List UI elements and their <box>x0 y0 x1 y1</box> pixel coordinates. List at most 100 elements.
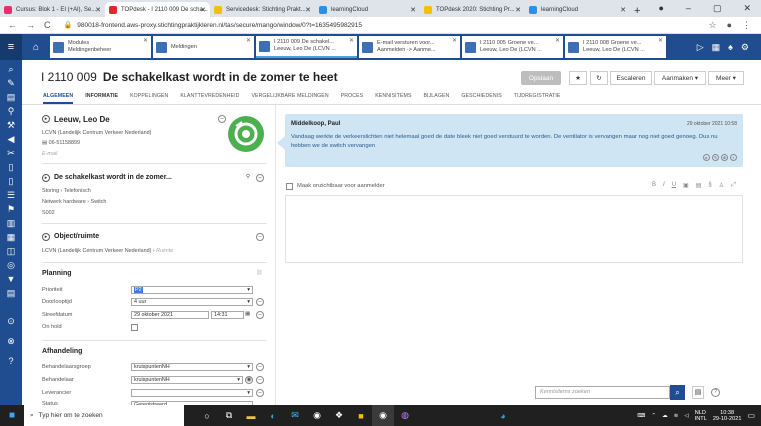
request-title[interactable]: De schakelkast wordt in de zomer... <box>54 174 172 181</box>
user-plus-icon[interactable]: ⚲ <box>5 106 18 117</box>
operator-options-icon[interactable]: – <box>256 376 264 384</box>
room-field[interactable]: Ruimte <box>156 248 173 254</box>
deadline-options-icon[interactable]: – <box>256 311 264 319</box>
report-icon[interactable]: ☰ <box>5 190 18 201</box>
object-options-icon[interactable]: – <box>256 233 264 241</box>
operator-select[interactable]: kruispuntenNH ▾ <box>131 376 243 384</box>
url-text[interactable]: 980018-frontend.aws-proxy.stichtingprakt… <box>77 22 362 29</box>
bold-icon[interactable]: B <box>652 182 656 189</box>
operator-user-icon[interactable]: ◉ <box>245 376 253 384</box>
app-purple-icon[interactable]: ◍ <box>394 405 416 426</box>
app-yellow-icon[interactable]: ■ <box>350 405 372 426</box>
deadline-time-field[interactable]: 14:31 <box>211 311 244 319</box>
underline-icon[interactable]: U <box>672 182 676 189</box>
browser-tab[interactable]: TOPdesk 2020: Stichting Pr... ✕ <box>420 2 525 17</box>
refresh-button[interactable]: ↻ <box>590 71 608 85</box>
close-app-tab-icon[interactable]: ✕ <box>555 38 560 45</box>
tab-algemeen[interactable]: ALGEMEEN <box>43 93 74 104</box>
hamburger-menu-icon[interactable]: ≡ <box>0 34 22 60</box>
chart-icon[interactable]: ▥ <box>5 218 18 229</box>
close-app-tab-icon[interactable]: ✕ <box>452 38 457 45</box>
italic-icon[interactable]: I <box>663 182 665 189</box>
fullscreen-icon[interactable]: ⤢ <box>731 182 736 189</box>
kennisitems-search-icon[interactable]: ⌕ <box>670 385 685 400</box>
close-app-tab-icon[interactable]: ✕ <box>658 38 663 45</box>
image-icon[interactable]: ▣ <box>683 182 689 189</box>
chrome-icon[interactable]: ◉ <box>372 405 394 426</box>
app-tab[interactable]: I 2110 005 Groene ve... Leeuw, Leo De (LC… <box>462 36 563 58</box>
dropbox-icon[interactable]: ❖ <box>328 405 350 426</box>
keyboard-icon[interactable]: ⌨ <box>637 413 645 419</box>
minimize-icon[interactable]: – <box>686 3 691 14</box>
favorite-star-icon[interactable]: ★ <box>569 71 587 85</box>
cloud-icon[interactable]: ☁ <box>662 413 668 419</box>
taskbar-search[interactable]: ⌕ Typ hier om te zoeken <box>24 405 184 426</box>
caller-options-icon[interactable]: – <box>218 115 226 123</box>
phone-icon[interactable]: ▯ <box>5 176 18 187</box>
browser-tab[interactable]: learningCloud ✕ <box>315 2 420 17</box>
reload-icon[interactable]: C <box>44 20 51 30</box>
group-select[interactable]: kruispuntenNH ▾ <box>131 363 253 371</box>
close-app-tab-icon[interactable]: ✕ <box>349 38 354 45</box>
bookmark-star-icon[interactable]: ☆ <box>708 20 716 31</box>
home-icon[interactable]: ⌂ <box>22 34 50 60</box>
tab-tijdregistratie[interactable]: TIJDREGISTRATIE <box>514 93 561 104</box>
cortana-icon[interactable]: ○ <box>196 405 218 426</box>
supplier-select[interactable]: ▾ <box>131 389 253 397</box>
list-icon[interactable]: ▤ <box>5 288 18 299</box>
profile-icon[interactable]: ● <box>658 3 663 14</box>
notifications-icon[interactable]: ▭ <box>747 411 755 420</box>
calendar-side-icon[interactable]: ▦ <box>5 232 18 243</box>
close-tab-icon[interactable]: ✕ <box>200 6 206 14</box>
group-options-icon[interactable]: – <box>256 363 264 371</box>
pen-icon[interactable]: ✎ <box>5 78 18 89</box>
app-tab[interactable]: Modules Meldingenbeheer ✕ <box>50 36 151 58</box>
obs-icon[interactable]: ◉ <box>306 405 328 426</box>
mail-icon[interactable]: ✉ <box>284 405 306 426</box>
file-explorer-icon[interactable]: ▬ <box>240 405 262 426</box>
tab-klanttevredenheid[interactable]: KLANTTEVREDENHEID <box>180 93 239 104</box>
supplier-options-icon[interactable]: – <box>256 389 264 397</box>
create-dropdown[interactable]: Aanmaken ▾ <box>654 71 706 85</box>
tab-koppelingen[interactable]: KOPPELINGEN <box>130 93 168 104</box>
onhold-checkbox[interactable] <box>131 324 138 331</box>
link-icon[interactable]: ⛓ <box>256 270 263 276</box>
kennisitems-search-input[interactable]: Kennisitems zoeken <box>535 386 670 399</box>
account-icon[interactable]: ● <box>727 20 732 31</box>
message-reply-icon[interactable]: ▸ <box>703 154 710 161</box>
expand-caller-icon[interactable]: ▸ <box>42 115 50 123</box>
nav-next-icon[interactable]: ▷ <box>697 42 704 53</box>
browser-tab[interactable]: Cursus: Blok 1 - EI (+Al), Se... ✕ <box>0 2 105 17</box>
document-icon[interactable]: ▯ <box>5 162 18 173</box>
priority-select[interactable]: P2 ▾ <box>131 286 253 294</box>
tools-icon[interactable]: ✂ <box>5 148 18 159</box>
close-tab-icon[interactable]: ✕ <box>515 6 521 14</box>
tab-informatie[interactable]: INFORMATIE <box>85 93 118 104</box>
browser-tab[interactable]: Servicedesk: Stichting Prakt... ✕ <box>210 2 315 17</box>
expand-object-icon[interactable]: ▸ <box>42 233 50 241</box>
app-tab[interactable]: I 2110 008 Groene ve... Leeuw, Leo De (LC… <box>565 36 666 58</box>
more-dropdown[interactable]: Meer ▾ <box>708 71 744 85</box>
browser-tab[interactable]: learningCloud ✕ <box>525 2 630 17</box>
tab-proces[interactable]: PROCES <box>341 93 364 104</box>
task-view-icon[interactable]: ⧉ <box>218 405 240 426</box>
maximize-icon[interactable]: ▢ <box>713 3 722 14</box>
caller-name[interactable]: Leeuw, Leo De <box>54 115 110 124</box>
edge-icon[interactable]: ◐ <box>262 405 284 426</box>
kennisitems-book-icon[interactable]: ▤ <box>692 386 704 399</box>
tray-chevron-icon[interactable]: ⌃ <box>651 413 656 419</box>
close-app-tab-icon[interactable]: ✕ <box>246 38 251 45</box>
browser-tab[interactable]: TOPdesk - I 2110 009 De scha... ✕ <box>105 2 210 17</box>
bell-icon[interactable]: ♠ <box>728 42 733 53</box>
app-tab[interactable]: I 2110 009 De schakel... Leeuw, Leo De (L… <box>256 36 357 58</box>
filter-icon[interactable]: ▼ <box>5 274 18 285</box>
back-icon[interactable]: ← <box>8 20 17 30</box>
app-tab[interactable]: E-mail versturen voor... Aanmelden -> Aan… <box>359 36 460 58</box>
duration-options-icon[interactable]: – <box>256 298 264 306</box>
kennisitems-help-icon[interactable]: ? <box>711 388 720 397</box>
close-app-tab-icon[interactable]: ✕ <box>143 38 148 45</box>
close-tab-icon[interactable]: ✕ <box>305 6 311 14</box>
caller-email[interactable]: E-mail <box>42 151 57 157</box>
close-tab-icon[interactable]: ✕ <box>410 6 416 14</box>
clipboard-icon[interactable]: ▤ <box>5 92 18 103</box>
